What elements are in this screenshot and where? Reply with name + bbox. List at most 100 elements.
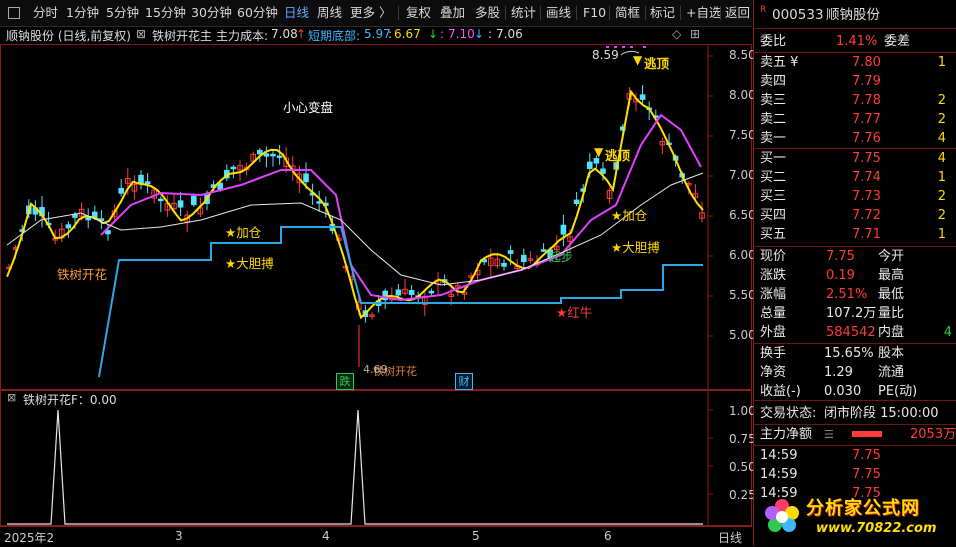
candle-body bbox=[303, 173, 309, 183]
bid-row: 买五 7.71 1 bbox=[760, 225, 952, 244]
close-indicator-icon[interactable]: ⊠ bbox=[136, 27, 146, 41]
tab-60min[interactable]: 60分钟 bbox=[237, 0, 278, 26]
escape-top-signal: 逃顶 bbox=[644, 56, 670, 71]
date-tick: 6 bbox=[604, 529, 612, 543]
sub-indicator-chart[interactable]: ⊠ 铁树开花F：0.00 1.00 0.75 0.50 0.25 bbox=[0, 390, 756, 527]
tick-row: 14:59 7.75 bbox=[760, 465, 952, 484]
mark-button[interactable]: 标记 bbox=[650, 0, 675, 26]
ask-label: 卖五 ¥ bbox=[760, 55, 799, 70]
maximize-icon[interactable]: ⊞ bbox=[690, 27, 700, 41]
ask-volume: 2 bbox=[937, 93, 946, 108]
ask-volume: 4 bbox=[937, 131, 946, 146]
bid-volume: 4 bbox=[937, 151, 946, 166]
tab-1min[interactable]: 1分钟 bbox=[66, 0, 99, 26]
bid-row: 买一 7.75 4 bbox=[760, 149, 952, 168]
stat-label: 涨跌 bbox=[760, 268, 787, 283]
diamond-icon[interactable]: ◇ bbox=[672, 27, 681, 41]
candle-body bbox=[118, 187, 125, 194]
list-icon[interactable]: ☰ bbox=[824, 425, 834, 444]
net-flow-value: 2053万 bbox=[910, 427, 956, 442]
bold-buy-signal: ★大胆搏 bbox=[611, 240, 660, 255]
candle-body bbox=[105, 230, 111, 235]
stat2-label-2: PE(动) bbox=[878, 384, 918, 399]
tick-time: 14:59 bbox=[760, 448, 798, 463]
tab-more[interactable]: 更多 〉 bbox=[350, 0, 391, 26]
stock-title: 顺钠股份 (日线,前复权) bbox=[6, 29, 131, 43]
candle-body bbox=[191, 195, 197, 206]
bid-row: 买三 7.73 2 bbox=[760, 187, 952, 206]
ask-label: 卖一 bbox=[760, 131, 787, 146]
ma-long-value: 7.06 bbox=[496, 27, 523, 41]
bid-price: 7.71 bbox=[852, 227, 881, 242]
bid-volume: 1 bbox=[937, 227, 946, 242]
main-cost-label: 主力成本: bbox=[216, 29, 269, 43]
bid-row: 买四 7.72 2 bbox=[760, 206, 952, 225]
price-tick: 5.00 bbox=[729, 328, 756, 342]
watermark-title: 分析家公式网 bbox=[806, 498, 920, 519]
multi-stock-button[interactable]: 多股 bbox=[475, 0, 500, 26]
period-label[interactable]: 日线 bbox=[718, 529, 742, 546]
net-flow-bar bbox=[852, 431, 882, 437]
stat-row: 涨幅 2.51% 最低 bbox=[760, 285, 952, 304]
close-sub-icon[interactable]: ⊠ bbox=[7, 391, 16, 404]
stat2-value: 0.030 bbox=[824, 384, 862, 399]
bid-label: 买五 bbox=[760, 227, 787, 242]
tab-5min[interactable]: 5分钟 bbox=[106, 0, 139, 26]
up-arrow-icon: ↑ bbox=[296, 27, 307, 41]
stat-row: 总量 107.2万 量比 bbox=[760, 304, 952, 323]
caution-label: 小心变盘 bbox=[283, 100, 334, 115]
indicator-info-line: 顺钠股份 (日线,前复权) ⊠ 铁树开花主 主力成本: 7.08 ↑ 短期底部:… bbox=[6, 27, 701, 44]
stat-label-2: 今开 bbox=[878, 249, 905, 264]
tab-weekly[interactable]: 周线 bbox=[317, 0, 342, 26]
candle-body bbox=[72, 214, 78, 218]
toggle-panel-icon[interactable] bbox=[8, 7, 20, 19]
high-price-label: 8.59 bbox=[592, 48, 619, 62]
ask-price: 7.76 bbox=[852, 131, 881, 146]
stat-label: 现价 bbox=[760, 249, 787, 264]
date-tick: 5 bbox=[472, 529, 480, 543]
simple-box-button[interactable]: 简框 bbox=[615, 0, 640, 26]
draw-line-button[interactable]: 画线 bbox=[546, 0, 571, 26]
tab-30min[interactable]: 30分钟 bbox=[191, 0, 232, 26]
tab-15min[interactable]: 15分钟 bbox=[145, 0, 186, 26]
back-button[interactable]: 返回 bbox=[725, 0, 750, 26]
bid-label: 买四 bbox=[760, 208, 787, 223]
fall-event-tag[interactable]: 跌 bbox=[336, 373, 354, 390]
stat-value: 7.75 bbox=[826, 249, 855, 264]
candle-body bbox=[521, 254, 527, 263]
signal-spike-line bbox=[7, 409, 703, 525]
price-tick: 6.50 bbox=[729, 208, 756, 222]
candle-body bbox=[138, 174, 144, 185]
candle-body bbox=[540, 249, 547, 252]
overlay-button[interactable]: 叠加 bbox=[440, 0, 465, 26]
finance-event-tag[interactable]: 财 bbox=[455, 373, 473, 390]
statistics-button[interactable]: 统计 bbox=[511, 0, 536, 26]
indicator-name[interactable]: 铁树开花主 bbox=[152, 27, 212, 44]
candle-body bbox=[230, 166, 237, 170]
sub-axis-tick: 0.50 bbox=[729, 460, 756, 474]
sub-axis-tick: 0.25 bbox=[729, 488, 756, 502]
bold-buy-signal: ★大胆搏 bbox=[225, 256, 274, 271]
add-position-signal: ★加仓 bbox=[225, 225, 262, 240]
candle-body bbox=[587, 161, 593, 170]
stat-label-2: 最高 bbox=[878, 268, 905, 283]
stat2-value: 1.29 bbox=[824, 365, 853, 380]
add-watchlist-button[interactable]: +自选 bbox=[686, 0, 721, 26]
tab-intraday[interactable]: 分时 bbox=[33, 0, 58, 26]
tab-daily[interactable]: 日线 bbox=[284, 0, 309, 26]
ask-label: 卖二 bbox=[760, 112, 787, 127]
f10-button[interactable]: F10 bbox=[583, 0, 606, 26]
candle-body bbox=[257, 149, 263, 155]
sub-axis-tick: 1.00 bbox=[729, 404, 756, 418]
period-toolbar: 分时 1分钟 5分钟 15分钟 30分钟 60分钟 日线 周线 更多 〉 复权 … bbox=[0, 0, 752, 27]
date-axis: 2025年2 3 4 5 6 日线 bbox=[0, 526, 752, 547]
candle-body bbox=[501, 262, 507, 267]
bid-volume: 2 bbox=[937, 189, 946, 204]
restore-rights-button[interactable]: 复权 bbox=[406, 0, 431, 26]
bid-price: 7.73 bbox=[852, 189, 881, 204]
kline-chart[interactable]: 8.50 8.00 7.50 7.00 6.50 6.00 5.50 5.00 … bbox=[0, 44, 756, 391]
candle-body bbox=[428, 290, 435, 294]
bid-label: 买三 bbox=[760, 189, 787, 204]
candle-body bbox=[276, 155, 283, 158]
top-marker-dot bbox=[630, 46, 633, 48]
